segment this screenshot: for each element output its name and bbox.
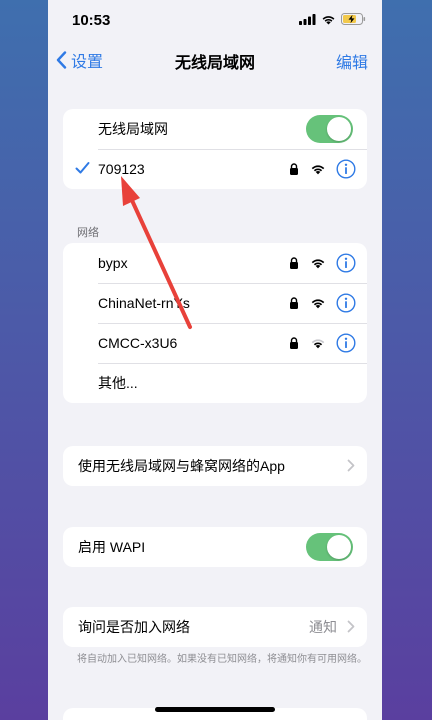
lock-icon <box>290 337 298 349</box>
wapi-card: 启用 WAPI <box>63 527 367 567</box>
network-row[interactable]: ChinaNet-rnYs <box>63 283 367 323</box>
toggle-knob <box>327 535 351 559</box>
network-status-icons <box>289 333 356 353</box>
chevron-left-icon <box>56 51 67 69</box>
ask-join-label: 询问是否加入网络 <box>78 619 190 635</box>
status-time: 10:53 <box>72 12 111 29</box>
toggle-knob <box>327 117 351 141</box>
wapi-label: 启用 WAPI <box>78 539 146 555</box>
network-status-icons <box>289 253 356 273</box>
home-indicator <box>155 707 275 712</box>
wlan-toggle-row: 无线局域网 <box>63 109 367 149</box>
app-access-card: 使用无线局域网与蜂窝网络的App <box>63 446 367 486</box>
wapi-row: 启用 WAPI <box>63 527 367 567</box>
checkmark-icon <box>75 162 90 174</box>
connected-network-name: 709123 <box>98 161 145 177</box>
lock-icon <box>290 257 298 269</box>
lock-icon <box>290 297 298 309</box>
navigation-bar: 设置 无线局域网 编辑 <box>48 40 382 80</box>
other-network-row[interactable]: 其他... <box>63 363 367 403</box>
connected-network-row[interactable]: 709123 <box>63 149 367 189</box>
wifi-signal-icon <box>311 165 325 175</box>
wifi-status-icon <box>322 15 335 24</box>
info-icon[interactable] <box>336 293 356 313</box>
chevron-right-icon <box>347 459 355 472</box>
battery-charging-icon <box>341 13 366 25</box>
wifi-signal-icon <box>311 259 325 269</box>
network-row[interactable]: CMCC-x3U6 <box>63 323 367 363</box>
status-bar: 10:53 <box>48 0 382 40</box>
network-row[interactable]: bypx <box>63 243 367 283</box>
ask-join-footnote: 将自动加入已知网络。如果没有已知网络，将通知你有可用网络。 <box>77 654 367 665</box>
ask-join-value: 通知 <box>309 619 337 635</box>
other-network-label: 其他... <box>98 375 138 391</box>
app-access-row[interactable]: 使用无线局域网与蜂窝网络的App <box>63 446 367 486</box>
wlan-toggle-switch[interactable] <box>306 115 353 143</box>
networks-card: bypx ChinaNet-rnYs CMCC-x3U6 其他... <box>63 243 367 403</box>
chevron-right-icon <box>347 620 355 633</box>
info-icon[interactable] <box>336 159 356 179</box>
edit-button[interactable]: 编辑 <box>336 49 368 73</box>
network-name: CMCC-x3U6 <box>98 335 178 351</box>
wlan-toggle-label: 无线局域网 <box>98 121 168 137</box>
wlan-card: 无线局域网 709123 <box>63 109 367 189</box>
network-status-icons <box>289 293 356 313</box>
status-icons <box>299 13 366 25</box>
ask-join-card: 询问是否加入网络 通知 <box>63 607 367 647</box>
networks-section-header: 网络 <box>77 227 99 239</box>
network-name: ChinaNet-rnYs <box>98 295 190 311</box>
phone-screen: 10:53 设置 无线局域网 编辑 无线局域网 709123 网络 bypx C… <box>48 0 382 720</box>
network-status-icons <box>289 159 356 179</box>
wifi-signal-weak-icon <box>311 339 325 349</box>
app-access-label: 使用无线局域网与蜂窝网络的App <box>78 458 285 474</box>
info-icon[interactable] <box>336 253 356 273</box>
network-name: bypx <box>98 255 128 271</box>
info-icon[interactable] <box>336 333 356 353</box>
back-label: 设置 <box>71 54 104 71</box>
lock-icon <box>290 163 298 175</box>
cellular-signal-icon <box>299 13 316 25</box>
wapi-toggle-switch[interactable] <box>306 533 353 561</box>
back-button[interactable]: 设置 <box>56 48 103 72</box>
ask-join-row[interactable]: 询问是否加入网络 通知 <box>63 607 367 647</box>
wifi-signal-icon <box>311 299 325 309</box>
